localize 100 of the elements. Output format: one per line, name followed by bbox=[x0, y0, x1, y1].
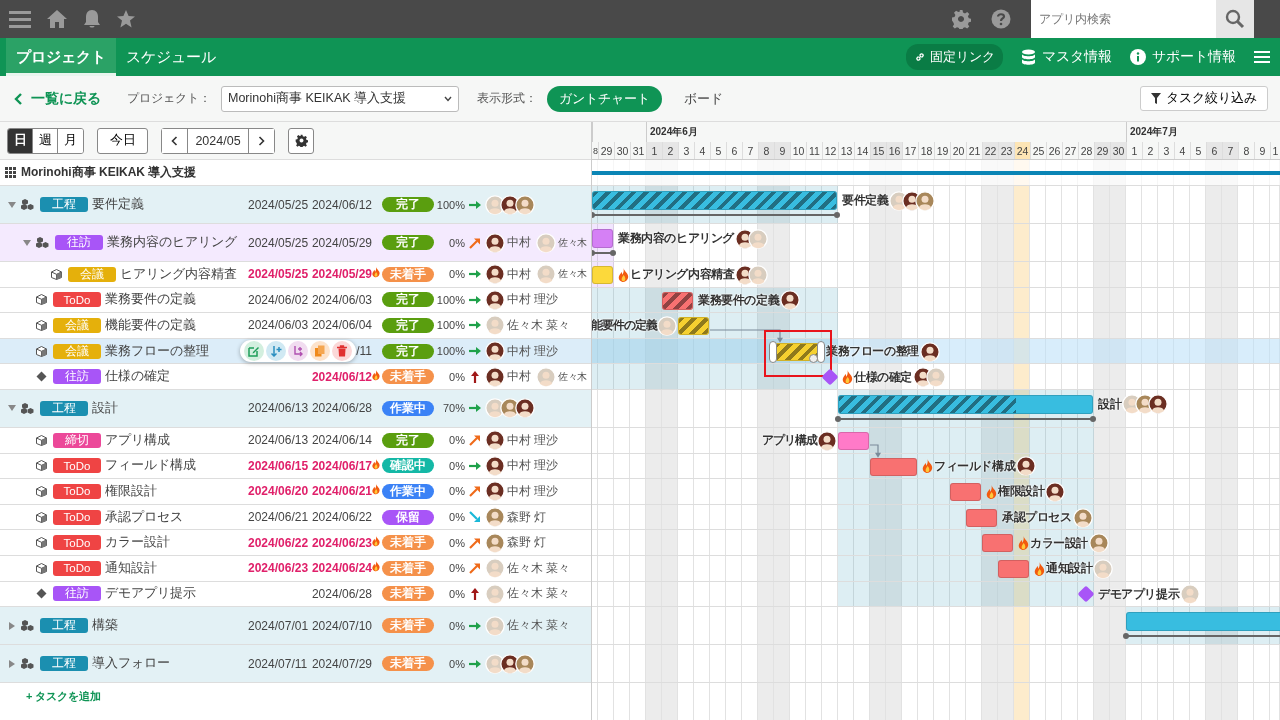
star-icon[interactable] bbox=[116, 9, 136, 29]
nav-link[interactable]: マスタ情報 bbox=[1021, 48, 1112, 66]
home-icon[interactable] bbox=[46, 9, 68, 29]
settings-icon[interactable] bbox=[951, 9, 971, 29]
insert-row-button[interactable] bbox=[266, 341, 286, 362]
delete-button[interactable] bbox=[332, 341, 352, 362]
project-select[interactable]: Morinohi商事 KEIKAK 導入支援 bbox=[221, 85, 459, 112]
task-bar[interactable] bbox=[662, 291, 693, 310]
task-name[interactable]: アプリ構成 bbox=[105, 431, 170, 449]
today-button[interactable]: 今日 bbox=[97, 127, 148, 154]
help-icon[interactable] bbox=[991, 9, 1011, 29]
copy-button[interactable] bbox=[310, 341, 330, 362]
task-row[interactable]: ToDo 承認プロセス 2024/06/21 2024/06/22 保留 0% 森野 灯 bbox=[0, 504, 591, 531]
task-name[interactable]: 要件定義 bbox=[92, 196, 144, 213]
task-name[interactable]: 導入フォロー bbox=[92, 655, 170, 673]
search-button[interactable] bbox=[1216, 0, 1254, 38]
status-badge[interactable]: 保留 bbox=[382, 509, 434, 525]
nav-tab[interactable]: スケジュール bbox=[116, 38, 226, 76]
task-name[interactable]: フィールド構成 bbox=[105, 457, 196, 475]
view-tab[interactable]: ボード bbox=[672, 85, 735, 112]
task-bar[interactable] bbox=[950, 483, 981, 502]
bell-icon[interactable] bbox=[82, 9, 102, 29]
diamond-icon bbox=[36, 588, 47, 600]
task-bar[interactable] bbox=[1126, 612, 1280, 632]
day-label: 30 bbox=[614, 142, 630, 159]
assignee-name: 中村 理沙 bbox=[507, 482, 559, 500]
task-row[interactable]: 締切 アプリ構成 2024/06/13 2024/06/14 完了 0% 中村 理沙 bbox=[0, 427, 591, 454]
month-label: 2024年6月 bbox=[650, 125, 698, 139]
cubes-icon bbox=[21, 658, 34, 670]
task-row[interactable]: 工程 要件定義 2024/05/25 2024/06/12 完了 100% bbox=[0, 186, 591, 224]
task-name[interactable]: 業務要件の定義 bbox=[105, 291, 196, 309]
menu-icon[interactable] bbox=[8, 9, 32, 29]
expand-toggle-icon[interactable] bbox=[8, 200, 16, 209]
task-bar[interactable] bbox=[678, 317, 709, 336]
task-bar[interactable] bbox=[592, 191, 837, 210]
task-bar[interactable] bbox=[838, 431, 869, 450]
scale-tab[interactable]: 月 bbox=[58, 128, 83, 153]
expand-toggle-icon[interactable] bbox=[8, 659, 16, 668]
previous-button[interactable] bbox=[162, 128, 187, 153]
end-date: 2024/06/12 bbox=[311, 369, 372, 384]
view-tab[interactable]: ガントチャート bbox=[547, 85, 662, 112]
status-badge[interactable]: 作業中 bbox=[382, 400, 434, 416]
task-bar[interactable] bbox=[838, 394, 1093, 414]
add-task-link[interactable]: + タスクを追加 bbox=[26, 688, 102, 704]
task-row[interactable]: 会議 ヒアリング内容精査 2024/05/25 2024/05/29 未着手 0% 中村 佐々木 bbox=[0, 262, 591, 288]
day-label: 23 bbox=[998, 142, 1014, 159]
day-label: 6 bbox=[726, 142, 742, 159]
back-link[interactable]: 一覧に戻る bbox=[14, 89, 101, 108]
task-row[interactable]: 往訪 業務内容のヒアリング 2024/05/25 2024/05/29 完了 0% 中村 佐々木 bbox=[0, 224, 591, 262]
expand-toggle-icon[interactable] bbox=[23, 238, 31, 247]
end-date: 2024/06/04 bbox=[311, 318, 372, 333]
expand-toggle-icon[interactable] bbox=[8, 404, 16, 413]
scale-tab[interactable]: 日 bbox=[8, 128, 33, 153]
expand-toggle-icon[interactable] bbox=[8, 621, 16, 630]
task-row[interactable]: 往訪 仕様の確定 2024/06/12 未着手 0% 中村 佐々木 bbox=[0, 364, 591, 390]
task-name[interactable]: 構築 bbox=[92, 617, 118, 635]
filter-button[interactable]: タスク絞り込み bbox=[1140, 86, 1268, 111]
chevron-left-icon bbox=[14, 92, 23, 105]
next-button[interactable] bbox=[249, 128, 274, 153]
menu-icon[interactable] bbox=[1254, 50, 1270, 64]
task-bar[interactable] bbox=[966, 508, 997, 527]
day-label: 9 bbox=[774, 142, 790, 159]
task-name[interactable]: 承認プロセス bbox=[105, 508, 183, 526]
task-row[interactable]: ToDo フィールド構成 2024/06/15 2024/06/17 確認中 0% 中村 理沙 bbox=[0, 453, 591, 480]
task-name[interactable]: 設計 bbox=[92, 399, 118, 417]
resize-handle[interactable] bbox=[769, 340, 777, 363]
link-handle[interactable] bbox=[809, 353, 818, 363]
task-row[interactable]: ToDo 業務要件の定義 2024/06/02 2024/06/03 完了 100% 中村 理沙 bbox=[0, 287, 591, 314]
add-subtask-button[interactable] bbox=[288, 341, 308, 362]
task-row[interactable]: 会議 機能要件の定義 2024/06/03 2024/06/04 完了 100% 佐々木 菜々 bbox=[0, 313, 591, 339]
task-bar[interactable] bbox=[982, 534, 1013, 553]
trash-icon bbox=[336, 345, 348, 358]
day-label: 5 bbox=[710, 142, 726, 159]
assignee-name: 佐々木 bbox=[558, 369, 587, 384]
task-name[interactable]: ヒアリング内容精査 bbox=[120, 265, 237, 283]
task-row[interactable]: ToDo 権限設計 2024/06/20 2024/06/21 作業中 0% 中村 理沙 bbox=[0, 479, 591, 505]
task-name[interactable]: 機能要件の定義 bbox=[105, 317, 196, 334]
status-badge[interactable]: 作業中 bbox=[382, 483, 434, 499]
task-row[interactable]: 工程 設計 2024/06/13 2024/06/28 作業中 70% bbox=[0, 389, 591, 428]
task-name[interactable]: 通知設計 bbox=[105, 559, 157, 577]
task-row[interactable]: 工程 導入フォロー 2024/07/11 2024/07/29 未着手 0% bbox=[0, 645, 591, 684]
scale-tab[interactable]: 週 bbox=[33, 128, 58, 153]
task-name[interactable]: 仕様の確定 bbox=[105, 368, 170, 386]
task-row[interactable]: 会議 業務フローの整理 /11 完了 100% 中村 理沙 bbox=[0, 338, 591, 365]
task-name[interactable]: 業務内容のヒアリング bbox=[107, 234, 237, 251]
end-date: 2024/06/21 bbox=[311, 484, 372, 499]
task-bar[interactable] bbox=[870, 457, 917, 476]
search-field[interactable]: アプリ内検索 bbox=[1031, 0, 1216, 38]
task-name[interactable]: カラー設計 bbox=[105, 534, 170, 552]
nav-link[interactable]: サポート情報 bbox=[1130, 48, 1236, 66]
task-name[interactable]: 業務フローの整理 bbox=[105, 342, 209, 360]
edit-button[interactable] bbox=[244, 341, 264, 362]
cube-icon bbox=[36, 320, 47, 331]
task-name[interactable]: デモアプリ提示 bbox=[105, 585, 196, 603]
task-name[interactable]: 権限設計 bbox=[105, 482, 157, 500]
resize-handle[interactable] bbox=[817, 340, 825, 363]
task-row[interactable]: ToDo カラー設計 2024/06/22 2024/06/23 未着手 0% 森野 灯 bbox=[0, 530, 591, 556]
settings-button[interactable] bbox=[288, 127, 314, 154]
permalink-button[interactable]: 固定リンク bbox=[906, 44, 1003, 70]
task-row[interactable]: 工程 構築 2024/07/01 2024/07/10 未着手 0% 佐々木 菜々 bbox=[0, 607, 591, 646]
